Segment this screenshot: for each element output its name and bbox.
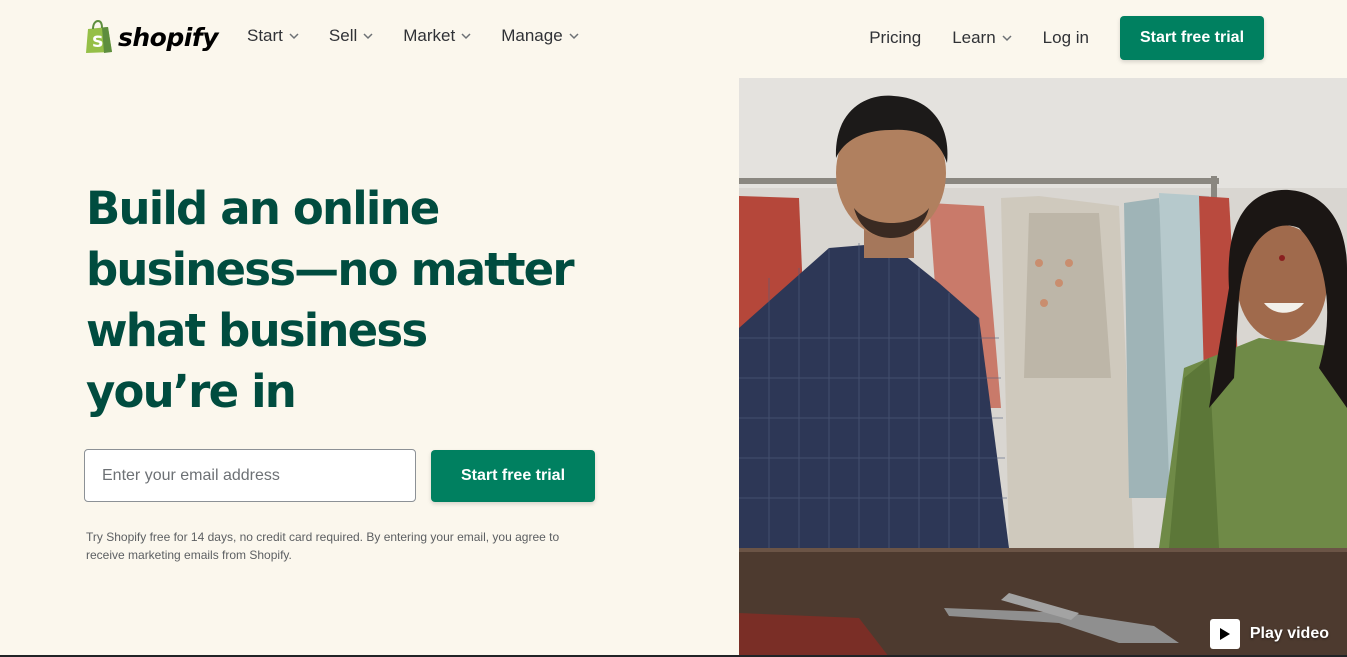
site-header: S shopify Start Sell Market Manage Prici… [0,0,1347,78]
chevron-down-icon [461,33,471,40]
svg-text:S: S [92,32,104,51]
header-start-trial-button[interactable]: Start free trial [1120,16,1264,60]
nav-sell[interactable]: Sell [329,26,373,46]
hero-photo: Play video [739,78,1347,657]
nav-market-label: Market [403,26,456,45]
shopping-bag-icon: S [86,20,112,53]
nav-manage-label: Manage [501,26,563,45]
play-icon [1209,619,1240,649]
hero-title-line: Build an online [86,182,440,235]
nav-manage[interactable]: Manage [501,26,579,46]
hero-start-trial-button[interactable]: Start free trial [431,450,595,502]
hero-title-line: what business [86,304,428,357]
nav-sell-label: Sell [328,26,358,45]
nav-start-label: Start [247,26,283,45]
chevron-down-icon [569,33,579,40]
logo-wordmark: shopify [118,22,219,52]
hero-title-line: business—no matter [86,243,575,296]
nav-start[interactable]: Start [247,26,299,46]
play-video-button[interactable]: Play video [1209,619,1329,649]
email-input[interactable] [84,449,416,502]
nav-learn[interactable]: Learn [952,28,1012,48]
pricing-link[interactable]: Pricing [869,28,921,48]
disclaimer-line: Try Shopify free for 14 days, no credit … [86,530,560,544]
hero-title-line: you’re in [86,365,297,418]
secondary-nav: Pricing Learn Log in Start free trial [869,16,1264,60]
hero-title: Build an online business—no matter what … [86,178,646,422]
play-video-label: Play video [1249,625,1329,642]
shopify-logo[interactable]: S shopify [84,19,219,55]
page: S shopify Start Sell Market Manage Prici… [0,0,1347,657]
disclaimer-line: receive marketing emails from Shopify. [86,548,292,562]
trial-disclaimer: Try Shopify free for 14 days, no credit … [86,528,586,564]
primary-nav: Start Sell Market Manage [247,26,579,46]
login-link[interactable]: Log in [1043,28,1089,48]
nav-market[interactable]: Market [403,26,471,46]
chevron-down-icon [1002,35,1012,42]
chevron-down-icon [289,33,299,40]
nav-learn-label: Learn [952,28,996,47]
merchants-illustration [739,78,1347,657]
chevron-down-icon [363,33,373,40]
